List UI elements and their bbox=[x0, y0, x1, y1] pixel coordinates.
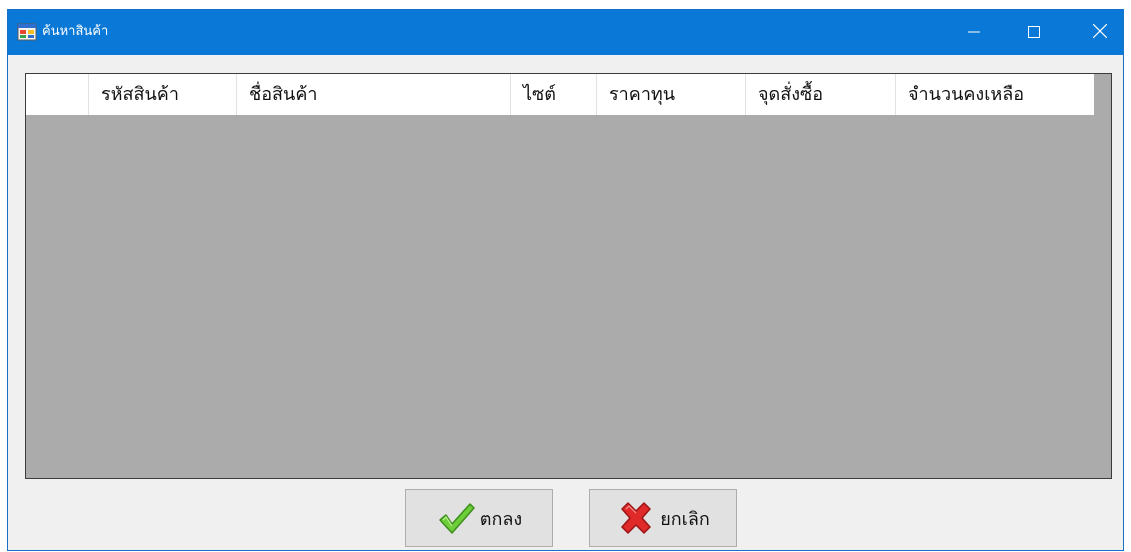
cancel-button-label: ยกเลิก bbox=[660, 508, 710, 530]
cancel-button[interactable]: ยกเลิก bbox=[589, 489, 737, 547]
column-header-reorder-point[interactable]: จุดสั่งซื้อ bbox=[746, 74, 896, 115]
column-header-product-code[interactable]: รหัสสินค้า bbox=[89, 74, 237, 115]
maximize-icon bbox=[1028, 23, 1040, 42]
column-header-cost-price[interactable]: ราคาทุน bbox=[597, 74, 746, 115]
column-header-size[interactable]: ไซต์ bbox=[511, 74, 597, 115]
ok-button-label: ตกลง bbox=[479, 508, 523, 530]
minimize-button[interactable] bbox=[951, 10, 997, 55]
red-x-icon bbox=[616, 500, 656, 536]
checkmark-icon bbox=[436, 500, 476, 536]
column-header-quantity-remaining[interactable]: จำนวนคงเหลือ bbox=[896, 74, 1094, 115]
column-header-product-name[interactable]: ชื่อสินค้า bbox=[237, 74, 511, 115]
product-data-grid[interactable]: รหัสสินค้า ชื่อสินค้า ไซต์ ราคาทุน จุดสั… bbox=[25, 73, 1112, 479]
window-title: ค้นหาสินค้า bbox=[42, 24, 109, 39]
form-app-icon bbox=[17, 22, 37, 42]
maximize-button[interactable] bbox=[1011, 10, 1057, 55]
row-header-corner[interactable] bbox=[26, 74, 89, 115]
close-icon bbox=[1092, 23, 1108, 42]
title-bar[interactable]: ค้นหาสินค้า bbox=[8, 10, 1123, 55]
grid-header-row: รหัสสินค้า ชื่อสินค้า ไซต์ ราคาทุน จุดสั… bbox=[26, 74, 1094, 115]
ok-button[interactable]: ตกลง bbox=[405, 489, 553, 547]
close-button[interactable] bbox=[1077, 10, 1123, 55]
product-search-window: ค้นหาสินค้า รหัสสินค้า ชื่อสินค้า ไซต์ ร… bbox=[8, 10, 1123, 550]
minimize-icon bbox=[968, 23, 980, 42]
